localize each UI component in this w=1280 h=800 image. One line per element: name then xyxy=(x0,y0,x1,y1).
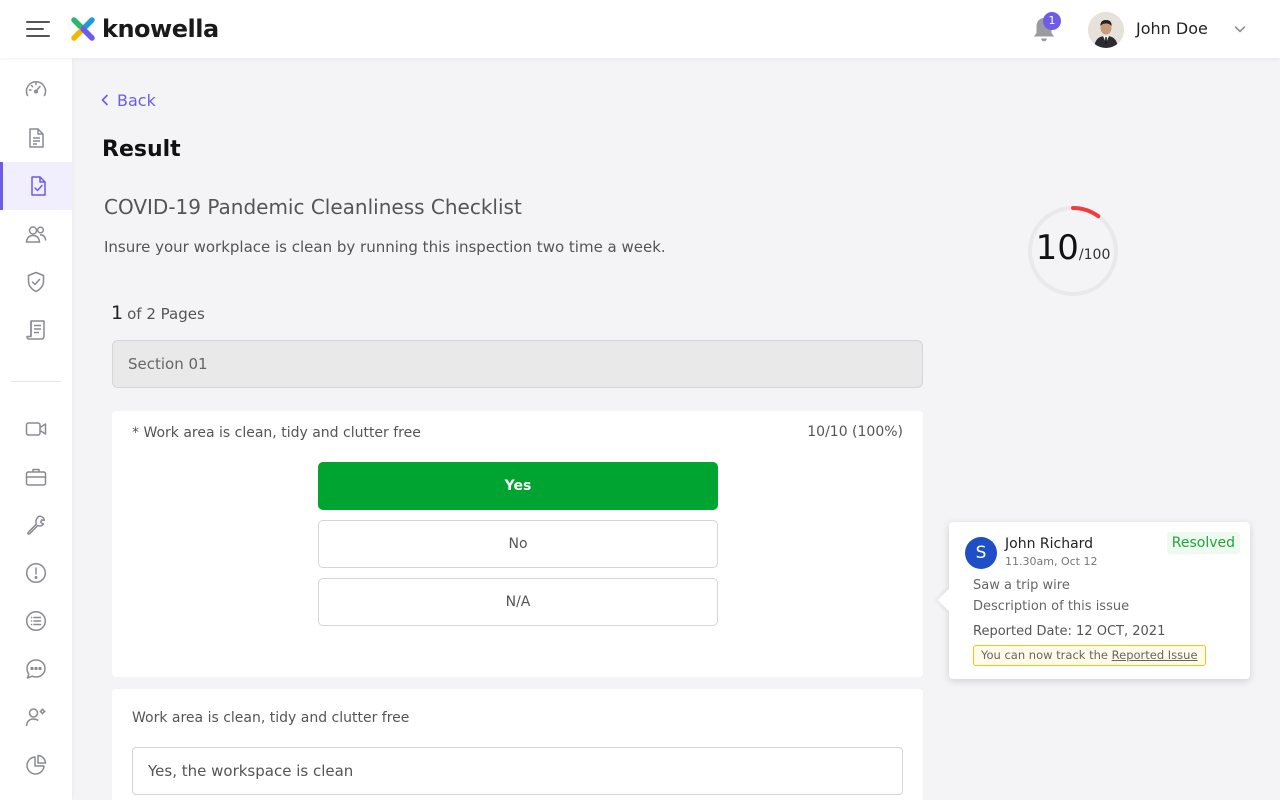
checklist-title: COVID-19 Pandemic Cleanliness Checklist xyxy=(104,195,522,219)
sidebar-item-messages[interactable] xyxy=(0,645,72,693)
user-photo-icon xyxy=(1088,12,1124,48)
commenter-name: John Richard xyxy=(1005,536,1094,552)
sidebar-item-assets[interactable] xyxy=(0,453,72,501)
sidebar-item-video[interactable] xyxy=(0,405,72,453)
back-link[interactable]: Back xyxy=(100,89,156,111)
question-score: 10/10 (100%) xyxy=(807,424,903,440)
chat-icon xyxy=(26,659,46,679)
briefcase-icon xyxy=(25,468,47,486)
logo[interactable]: knowella xyxy=(70,15,219,43)
sidebar-item-user-settings[interactable] xyxy=(0,693,72,741)
notification-badge: 1 xyxy=(1043,12,1061,30)
question-label: * Work area is clean, tidy and clutter f… xyxy=(132,425,421,441)
comment-time: 11.30am, Oct 12 xyxy=(1005,555,1098,568)
dashboard-icon xyxy=(25,81,47,97)
page-indicator: 1 of 2 Pages xyxy=(111,302,205,324)
alert-icon xyxy=(25,562,47,584)
sidebar xyxy=(0,58,72,800)
avatar[interactable] xyxy=(1088,12,1124,48)
logo-mark-icon xyxy=(71,17,95,41)
sidebar-item-checklists[interactable] xyxy=(0,162,72,210)
notice-text: You can now track the xyxy=(981,648,1108,662)
question-card-text: Work area is clean, tidy and clutter fre… xyxy=(112,689,923,800)
score-max: /100 xyxy=(1078,247,1111,263)
wrench-icon xyxy=(27,515,46,535)
sidebar-divider xyxy=(11,381,61,382)
commenter-avatar: S xyxy=(965,537,997,569)
sidebar-item-analytics[interactable] xyxy=(0,741,72,789)
user-settings-icon xyxy=(25,708,46,727)
answer-input[interactable] xyxy=(132,747,903,795)
sidebar-item-documents[interactable] xyxy=(0,114,72,162)
page-of-text: of 2 Pages xyxy=(127,305,205,323)
sidebar-item-safety[interactable] xyxy=(0,258,72,306)
issue-description: Description of this issue xyxy=(973,599,1130,614)
receipt-icon xyxy=(26,320,45,340)
option-no-button[interactable]: No xyxy=(318,520,718,568)
sidebar-item-tasks[interactable] xyxy=(0,597,72,645)
issue-comment-popover: S John Richard 11.30am, Oct 12 Resolved … xyxy=(949,522,1250,679)
checklist-description: Insure your workplace is clean by runnin… xyxy=(104,238,666,256)
option-na-button[interactable]: N/A xyxy=(318,578,718,626)
reported-issue-link[interactable]: Reported Issue xyxy=(1112,648,1198,662)
sidebar-item-reports[interactable] xyxy=(0,306,72,354)
checklist-icon xyxy=(30,176,46,196)
status-badge: Resolved xyxy=(1166,532,1240,554)
hamburger-menu-icon[interactable] xyxy=(26,21,50,37)
question-card: * Work area is clean, tidy and clutter f… xyxy=(112,411,923,677)
page-title: Result xyxy=(102,137,181,162)
chevron-left-icon xyxy=(101,94,108,106)
option-yes-button[interactable]: Yes xyxy=(318,462,718,510)
sidebar-item-users[interactable] xyxy=(0,210,72,258)
issue-title: Saw a trip wire xyxy=(973,578,1070,593)
reported-date: Reported Date: 12 OCT, 2021 xyxy=(973,624,1166,639)
back-label: Back xyxy=(117,90,156,110)
chevron-down-icon[interactable] xyxy=(1233,22,1247,36)
document-icon xyxy=(29,128,44,148)
list-icon xyxy=(25,610,47,632)
score-number: 10 xyxy=(1035,228,1079,268)
top-header: knowella 1 John Doe xyxy=(0,0,1280,58)
video-icon xyxy=(25,422,47,436)
shield-check-icon xyxy=(27,271,45,293)
sidebar-item-incidents[interactable] xyxy=(0,549,72,597)
user-name[interactable]: John Doe xyxy=(1136,19,1208,38)
users-icon xyxy=(25,226,47,243)
track-issue-notice: You can now track the Reported Issue xyxy=(973,645,1206,666)
logo-text: knowella xyxy=(102,15,219,43)
page-current: 1 xyxy=(111,302,124,324)
question-label: Work area is clean, tidy and clutter fre… xyxy=(132,710,410,726)
sidebar-item-dashboard[interactable] xyxy=(0,66,72,114)
section-header[interactable]: Section 01 xyxy=(112,340,923,388)
sidebar-item-maintenance[interactable] xyxy=(0,501,72,549)
score-value: 10/100 xyxy=(1026,228,1120,268)
pie-chart-icon xyxy=(26,754,47,775)
